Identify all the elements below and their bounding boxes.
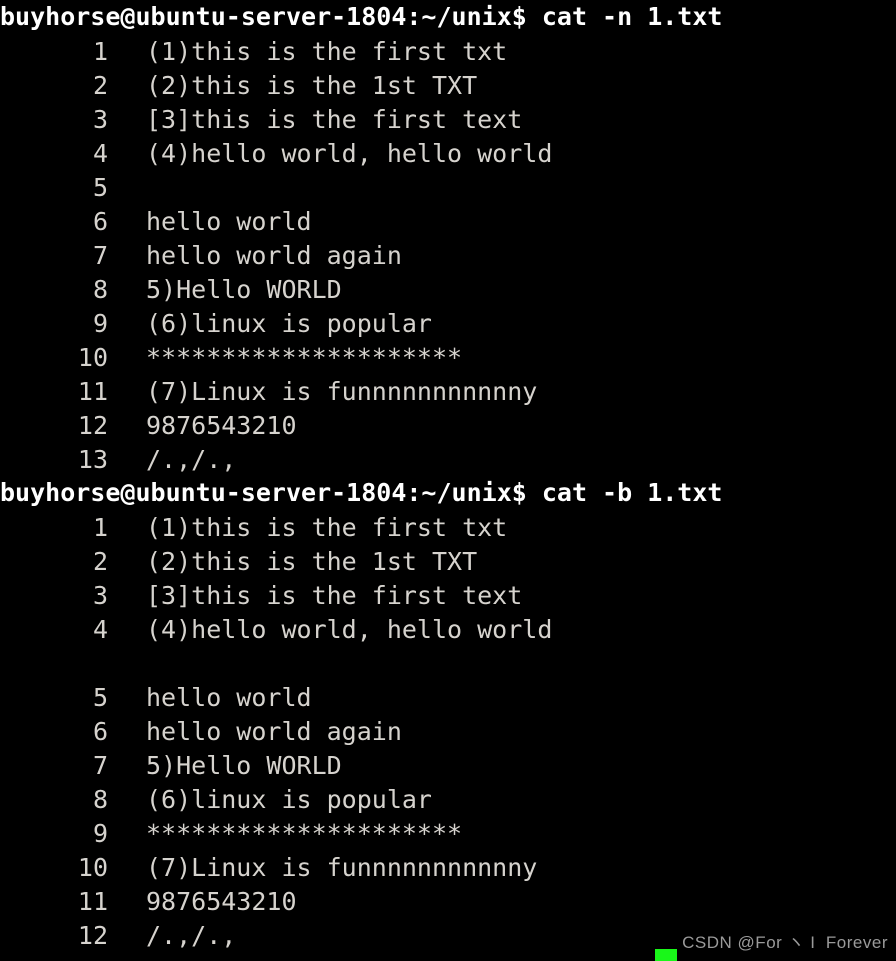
line-number: 3 — [92, 580, 108, 610]
line-content: /.,/., — [146, 444, 237, 474]
shell-prompt-line-1: buyhorse@ubuntu-server-1804:~/unix$ cat … — [0, 2, 723, 31]
output-row: 11 9876543210 — [0, 884, 896, 918]
line-number: 1 — [92, 36, 108, 66]
output-row: 9 ********************* — [0, 816, 896, 850]
output-row: 7 5)Hello WORLD — [0, 748, 896, 782]
line-number: 7 — [92, 240, 108, 270]
line-content: 9876543210 — [146, 410, 297, 440]
line-content: ********************* — [146, 342, 463, 372]
line-content: 5)Hello WORLD — [146, 750, 342, 780]
line-content: 9876543210 — [146, 886, 297, 916]
line-number: 2 — [92, 546, 108, 576]
output-row: 4 (4)hello world, hello world — [0, 612, 896, 646]
line-number: 2 — [92, 70, 108, 100]
line-number: 11 — [77, 376, 108, 406]
line-number: 12 — [77, 920, 108, 950]
line-content: hello world again — [146, 716, 402, 746]
line-number: 4 — [92, 614, 108, 644]
line-number: 8 — [92, 274, 108, 304]
terminal-window[interactable]: buyhorse@ubuntu-server-1804:~/unix$ cat … — [0, 0, 896, 961]
line-number: 10 — [77, 342, 108, 372]
output-row: 7 hello world again — [0, 238, 896, 272]
line-number: 6 — [92, 206, 108, 236]
line-number: 3 — [92, 104, 108, 134]
terminal-cursor — [655, 949, 677, 961]
output-row: 6 hello world — [0, 204, 896, 238]
line-number: 13 — [77, 444, 108, 474]
output-row: 2 (2)this is the 1st TXT — [0, 544, 896, 578]
output-row: 4 (4)hello world, hello world — [0, 136, 896, 170]
line-number: 1 — [92, 512, 108, 542]
output-row: 3 [3]this is the first text — [0, 102, 896, 136]
line-number: 6 — [92, 716, 108, 746]
line-content: (2)this is the 1st TXT — [146, 70, 478, 100]
line-number: 4 — [92, 138, 108, 168]
line-number: 5 — [92, 682, 108, 712]
line-number: 8 — [92, 784, 108, 814]
line-content: (7)Linux is funnnnnnnnnnny — [146, 376, 538, 406]
line-number: 12 — [77, 410, 108, 440]
line-content: hello world — [146, 206, 312, 236]
output-row: 5 — [0, 170, 896, 204]
line-number: 9 — [92, 818, 108, 848]
line-content: (7)Linux is funnnnnnnnnnny — [146, 852, 538, 882]
line-content: (1)this is the first txt — [146, 512, 508, 542]
line-content: (4)hello world, hello world — [146, 138, 553, 168]
output-row: 10 (7)Linux is funnnnnnnnnnny — [0, 850, 896, 884]
output-row-blank — [0, 646, 896, 680]
output-row: 1 (1)this is the first txt — [0, 34, 896, 68]
output-row: 11 (7)Linux is funnnnnnnnnnny — [0, 374, 896, 408]
output-row: 2 (2)this is the 1st TXT — [0, 68, 896, 102]
line-content: ********************* — [146, 818, 463, 848]
line-number: 11 — [77, 886, 108, 916]
shell-prompt-line-2: buyhorse@ubuntu-server-1804:~/unix$ cat … — [0, 478, 723, 507]
line-content: (6)linux is popular — [146, 784, 432, 814]
output-row: 5 hello world — [0, 680, 896, 714]
output-row: 1 (1)this is the first txt — [0, 510, 896, 544]
line-content: hello world again — [146, 240, 402, 270]
output-row: 6 hello world again — [0, 714, 896, 748]
csdn-watermark: CSDN @For ヽ I Forever — [682, 933, 888, 952]
line-content: (1)this is the first txt — [146, 36, 508, 66]
output-row: 8 5)Hello WORLD — [0, 272, 896, 306]
output-row: 3 [3]this is the first text — [0, 578, 896, 612]
line-number: 5 — [92, 172, 108, 202]
output-row: 12 9876543210 — [0, 408, 896, 442]
line-content: (2)this is the 1st TXT — [146, 546, 478, 576]
line-content: 5)Hello WORLD — [146, 274, 342, 304]
line-number: 9 — [92, 308, 108, 338]
output-row: 8 (6)linux is popular — [0, 782, 896, 816]
output-row: 9 (6)linux is popular — [0, 306, 896, 340]
line-number: 7 — [92, 750, 108, 780]
line-content: hello world — [146, 682, 312, 712]
line-content: (4)hello world, hello world — [146, 614, 553, 644]
line-content: [3]this is the first text — [146, 580, 523, 610]
output-row: 13 /.,/., — [0, 442, 896, 476]
line-number: 10 — [77, 852, 108, 882]
output-row: 10 ********************* — [0, 340, 896, 374]
line-content: /.,/., — [146, 920, 237, 950]
line-content: (6)linux is popular — [146, 308, 432, 338]
line-content: [3]this is the first text — [146, 104, 523, 134]
